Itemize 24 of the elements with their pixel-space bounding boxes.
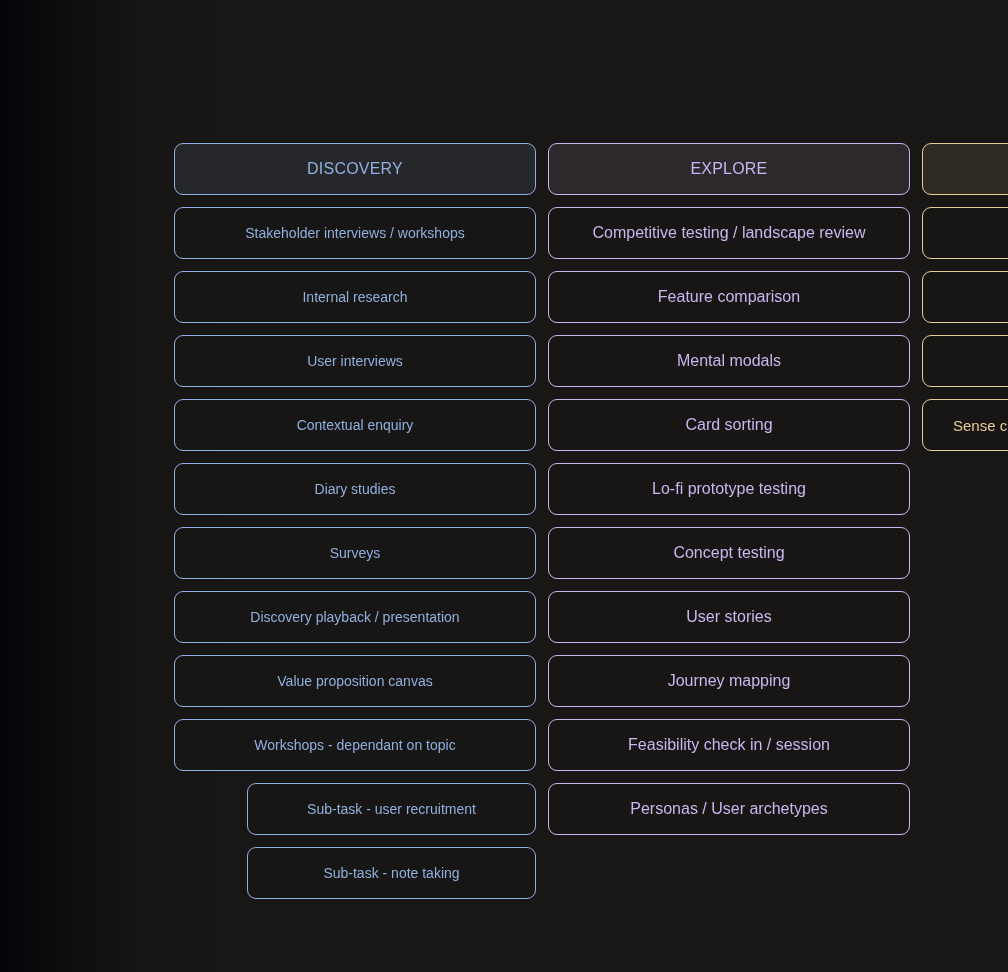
task-card: Mental modals xyxy=(548,335,910,387)
task-card: Sense c xyxy=(922,399,1008,451)
task-card: Competitive testing / landscape review xyxy=(548,207,910,259)
task-card: Personas / User archetypes xyxy=(548,783,910,835)
task-card: Surveys xyxy=(174,527,536,579)
task-card: Sub-task - user recruitment xyxy=(247,783,536,835)
task-card: Internal research xyxy=(174,271,536,323)
task-card: Value proposition canvas xyxy=(174,655,536,707)
task-card: User stories xyxy=(548,591,910,643)
column-header: DISCOVERY xyxy=(174,143,536,195)
task-card: Contextual enquiry xyxy=(174,399,536,451)
task-card: Feature comparison xyxy=(548,271,910,323)
task-card: Concept testing xyxy=(548,527,910,579)
task-card: Stakeholder interviews / workshops xyxy=(174,207,536,259)
task-card: Feasibility check in / session xyxy=(548,719,910,771)
task-card: User interviews xyxy=(174,335,536,387)
column-header: EXPLORE xyxy=(548,143,910,195)
task-card: Journey mapping xyxy=(548,655,910,707)
task-card: Lo-fi prototype testing xyxy=(548,463,910,515)
task-card: Sub-task - note taking xyxy=(247,847,536,899)
task-card: Workshops - dependant on topic xyxy=(174,719,536,771)
task-card: Diary studies xyxy=(174,463,536,515)
task-card: Discovery playback / presentation xyxy=(174,591,536,643)
task-card: Card sorting xyxy=(548,399,910,451)
